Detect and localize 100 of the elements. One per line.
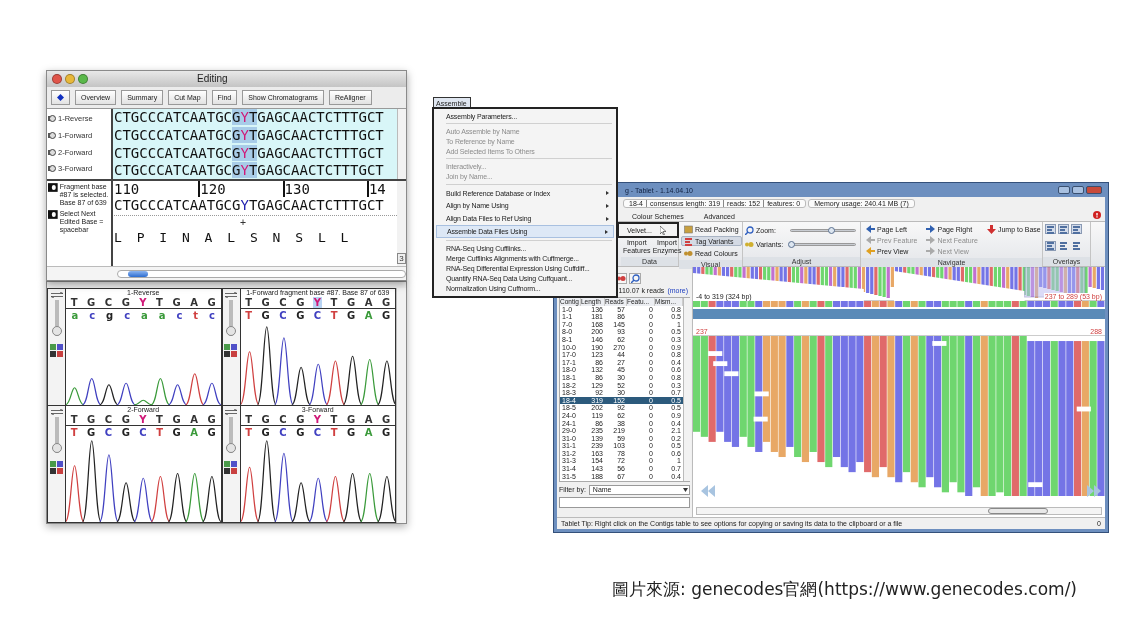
overlay-toggle[interactable] xyxy=(1058,240,1069,251)
search-button[interactable] xyxy=(629,273,641,284)
called-base: a xyxy=(157,309,167,321)
reference-base: T xyxy=(69,414,79,425)
reference-base: G xyxy=(206,297,217,308)
arrows-icon xyxy=(225,409,237,415)
called-base: G xyxy=(260,309,271,321)
called-base: C xyxy=(312,426,323,438)
overlay-icon xyxy=(1046,224,1055,234)
reference-base: A xyxy=(189,297,199,308)
slider-thumb[interactable] xyxy=(51,326,62,336)
slider-track[interactable] xyxy=(790,228,856,232)
palette-icon xyxy=(616,274,626,283)
close-button[interactable] xyxy=(1086,186,1102,194)
reference-base: C xyxy=(103,297,114,308)
reference-base: G xyxy=(206,414,217,425)
submenu-arrow-icon xyxy=(606,216,609,221)
reference-base: T xyxy=(155,414,164,425)
horizontal-scrollbar[interactable] xyxy=(696,507,1102,515)
base-toggle-icon[interactable] xyxy=(224,344,238,357)
overlay-toggle[interactable] xyxy=(1071,224,1082,234)
reference-base: G xyxy=(380,414,392,425)
reference-base: G xyxy=(380,297,392,308)
cursor-icon xyxy=(659,225,667,235)
overlay-toggle[interactable] xyxy=(1045,224,1056,234)
slider-track[interactable] xyxy=(54,300,59,336)
base-toggle-icon[interactable] xyxy=(224,461,238,474)
overlay-toggle[interactable] xyxy=(1045,240,1056,251)
reference-base: A xyxy=(363,414,374,425)
called-base: C xyxy=(138,426,148,438)
colour-button[interactable] xyxy=(615,273,627,284)
reference-base: T xyxy=(329,297,339,308)
reference-base: T xyxy=(329,414,339,425)
reference-base: G xyxy=(260,414,271,425)
called-base: c xyxy=(208,309,216,321)
called-base: c xyxy=(88,309,97,321)
ruler-label: 120 xyxy=(198,180,283,197)
amino-acid-translation: L P I N A L S N S L L xyxy=(114,229,350,246)
called-base: T xyxy=(244,309,254,321)
reference-base: G xyxy=(295,297,306,308)
base-toggle-icon[interactable] xyxy=(49,344,64,357)
submenu-arrow-icon xyxy=(606,203,609,208)
slider-thumb[interactable] xyxy=(51,443,62,453)
called-base: A xyxy=(189,426,199,438)
slider-track[interactable] xyxy=(54,417,59,453)
overlay-toggle[interactable] xyxy=(1058,224,1069,234)
vertical-scrollbar[interactable] xyxy=(397,108,406,179)
page-left-icon[interactable] xyxy=(701,485,715,497)
reference-base: G xyxy=(86,297,97,308)
consensus-sequence: CTGCCCATCAATGCGYTGAGCAACTCTTTGCT xyxy=(114,196,385,213)
window-title: Editing xyxy=(197,73,228,85)
overlay-icon xyxy=(1059,241,1068,250)
minimize-button[interactable] xyxy=(1058,186,1070,194)
slider-track[interactable] xyxy=(229,417,233,453)
add-button[interactable] xyxy=(51,89,70,105)
vertical-scrollbar[interactable] xyxy=(683,298,691,481)
filter-field[interactable] xyxy=(559,497,690,508)
called-base: G xyxy=(346,426,357,438)
horizontal-scrollbar[interactable] xyxy=(47,266,406,280)
called-base: T xyxy=(244,426,254,438)
arrows-icon xyxy=(225,292,237,298)
reference-base: C xyxy=(278,414,288,425)
variants-icon xyxy=(745,239,754,249)
overlay-icon xyxy=(1072,241,1081,250)
slider-track[interactable] xyxy=(229,300,233,336)
called-base: G xyxy=(206,426,217,438)
reference-base: Y xyxy=(312,414,323,425)
submenu-arrow-icon xyxy=(606,191,609,196)
image-source-caption: 圖片來源: genecodes官網(https://www.genecodes.com/) xyxy=(612,578,1078,601)
reference-base: T xyxy=(69,297,79,308)
diamond-icon xyxy=(57,93,64,101)
reference-base: G xyxy=(120,414,131,425)
page-button[interactable]: 3 xyxy=(397,253,406,265)
reference-base: C xyxy=(103,414,114,425)
called-base: G xyxy=(346,309,357,321)
overlay-toggle[interactable] xyxy=(1071,240,1082,251)
reference-base: G xyxy=(345,414,357,425)
reference-base: Y xyxy=(138,414,148,425)
called-base: C xyxy=(278,426,288,438)
help-icon[interactable] xyxy=(1093,211,1101,219)
slider-thumb[interactable] xyxy=(787,240,795,248)
maximize-button[interactable] xyxy=(1072,186,1084,194)
page-right-icon[interactable] xyxy=(1087,485,1101,497)
called-base: A xyxy=(363,426,374,438)
reference-base: G xyxy=(171,414,182,425)
sequence-text: CTGCCCATCAATGCGYTGAGCAACTCTTTGCT xyxy=(114,127,385,143)
position-marker: + xyxy=(240,217,247,229)
zoom-button[interactable] xyxy=(78,73,88,84)
called-base: G xyxy=(381,309,392,321)
called-base: c xyxy=(175,309,184,321)
submenu-arrow-icon xyxy=(605,229,608,234)
slider-thumb[interactable] xyxy=(226,326,236,336)
vertical-scrollbar[interactable] xyxy=(396,288,406,523)
slider-thumb[interactable] xyxy=(827,226,835,234)
base-toggle-icon[interactable] xyxy=(49,461,64,474)
slider-track[interactable] xyxy=(790,242,856,246)
called-base: T xyxy=(69,426,79,438)
reference-base: A xyxy=(189,414,199,425)
slider-thumb[interactable] xyxy=(226,443,236,453)
called-base: G xyxy=(171,426,182,438)
